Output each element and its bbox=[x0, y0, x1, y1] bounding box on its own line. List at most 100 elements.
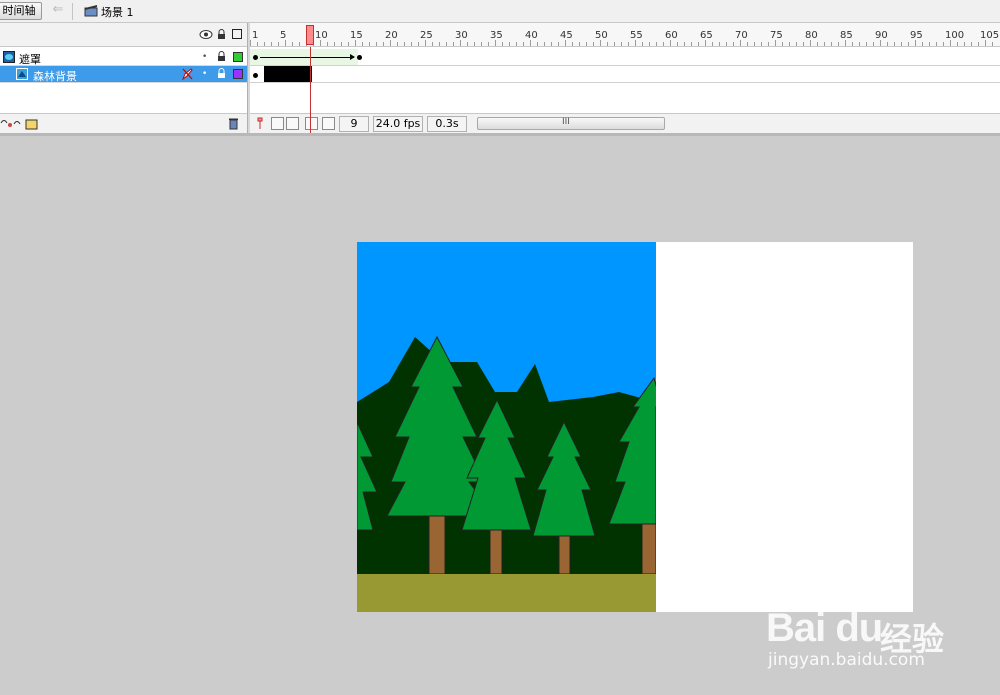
lock-icon[interactable] bbox=[217, 68, 226, 79]
onion-skin-outline-icon[interactable] bbox=[286, 117, 299, 130]
trash-icon[interactable] bbox=[228, 117, 239, 130]
keyframe-end[interactable] bbox=[357, 55, 362, 60]
ruler-tick bbox=[355, 40, 356, 46]
ruler-tick bbox=[362, 42, 363, 46]
ruler-tick bbox=[488, 42, 489, 46]
back-arrow-icon[interactable]: ⇐ bbox=[50, 2, 66, 18]
ruler-tick bbox=[992, 42, 993, 46]
ruler-label: 1 bbox=[252, 30, 259, 41]
outline-icon[interactable] bbox=[232, 29, 242, 39]
ruler-tick bbox=[824, 42, 825, 46]
visibility-dot[interactable]: • bbox=[202, 69, 207, 79]
layer-row-mask[interactable]: 遮罩 • bbox=[0, 49, 247, 66]
ruler-tick bbox=[586, 42, 587, 46]
ruler-tick bbox=[747, 42, 748, 46]
ruler-tick bbox=[453, 42, 454, 46]
horizontal-scrollbar[interactable]: III bbox=[477, 117, 665, 130]
ruler-label: 20 bbox=[385, 30, 398, 41]
ruler-tick bbox=[810, 40, 811, 46]
insert-layer-icons[interactable] bbox=[0, 117, 38, 130]
ruler-tick bbox=[691, 42, 692, 46]
lock-icon[interactable] bbox=[217, 51, 226, 62]
layer-color-box[interactable] bbox=[233, 52, 243, 62]
ruler-tick bbox=[250, 40, 251, 46]
scene-label[interactable]: 场景 1 bbox=[101, 4, 134, 20]
ruler-label: 40 bbox=[525, 30, 538, 41]
timeline-toggle-button[interactable]: 时间轴 bbox=[0, 2, 42, 20]
layer-name[interactable]: 森林背景 bbox=[33, 68, 77, 84]
ruler-tick bbox=[593, 42, 594, 46]
layer-name[interactable]: 遮罩 bbox=[19, 51, 41, 67]
ruler-tick bbox=[404, 42, 405, 46]
frames-area[interactable] bbox=[250, 47, 1000, 113]
forest-scene-artwork[interactable] bbox=[357, 242, 656, 612]
ruler-label: 10 bbox=[315, 30, 328, 41]
ruler-tick bbox=[845, 40, 846, 46]
ruler-tick bbox=[698, 42, 699, 46]
ruler-tick bbox=[803, 42, 804, 46]
scene-bar: 时间轴 ⇐ 场景 1 bbox=[0, 0, 1000, 23]
frame-ruler[interactable]: 1 5 10 15 20 25 30 35 40 45 50 55 60 65 70 75 80 85 90 95 10… bbox=[250, 23, 1000, 47]
frame-rate-field[interactable]: 24.0 fps bbox=[373, 116, 423, 132]
ruler-tick bbox=[677, 42, 678, 46]
ruler-tick bbox=[943, 42, 944, 46]
ruler-tick bbox=[341, 42, 342, 46]
pencil-edit-icon bbox=[182, 68, 193, 80]
scene-clapper-icon[interactable] bbox=[84, 3, 98, 17]
frame-row-forest-background[interactable] bbox=[250, 66, 1000, 83]
ruler-tick bbox=[726, 42, 727, 46]
ruler-tick bbox=[971, 42, 972, 46]
separator bbox=[72, 3, 73, 20]
ruler-tick bbox=[817, 42, 818, 46]
layer-color-box[interactable] bbox=[233, 69, 243, 79]
ruler-tick bbox=[978, 42, 979, 46]
ruler-label: 105 bbox=[980, 30, 1000, 41]
ruler-tick bbox=[740, 40, 741, 46]
ruler-tick bbox=[866, 42, 867, 46]
layer-row-forest-background[interactable]: 森林背景 • bbox=[0, 66, 247, 83]
ruler-tick bbox=[831, 42, 832, 46]
ruler-tick bbox=[460, 40, 461, 46]
keyframe-start[interactable] bbox=[253, 73, 258, 78]
ruler-label: 50 bbox=[595, 30, 608, 41]
ruler-label: 55 bbox=[630, 30, 643, 41]
center-frame-icon[interactable] bbox=[255, 117, 265, 130]
ground bbox=[357, 574, 656, 612]
ruler-tick bbox=[852, 42, 853, 46]
ruler-label: 30 bbox=[455, 30, 468, 41]
ruler-label: 60 bbox=[665, 30, 678, 41]
ruler-tick bbox=[656, 42, 657, 46]
ruler-tick bbox=[733, 42, 734, 46]
frame-row-mask[interactable] bbox=[250, 49, 1000, 66]
ruler-label: 75 bbox=[770, 30, 783, 41]
selected-frames[interactable] bbox=[264, 66, 312, 82]
visibility-dot[interactable]: • bbox=[202, 52, 207, 62]
ruler-tick bbox=[390, 40, 391, 46]
ruler-tick bbox=[285, 40, 286, 46]
frame-footer: 9 24.0 fps 0.3s ◂ III bbox=[250, 113, 1000, 133]
ruler-tick bbox=[754, 42, 755, 46]
ruler-tick bbox=[880, 40, 881, 46]
ruler-label: 35 bbox=[490, 30, 503, 41]
stage[interactable] bbox=[357, 242, 913, 612]
ruler-tick bbox=[663, 42, 664, 46]
playhead-handle[interactable] bbox=[306, 25, 314, 45]
eye-icon[interactable] bbox=[199, 29, 213, 40]
ruler-tick bbox=[439, 42, 440, 46]
ruler-tick bbox=[796, 42, 797, 46]
onion-skin-icon[interactable] bbox=[271, 117, 284, 130]
modify-onion-markers-icon[interactable] bbox=[322, 117, 335, 130]
ruler-tick bbox=[537, 42, 538, 46]
ruler-tick bbox=[607, 42, 608, 46]
lock-icon[interactable] bbox=[217, 29, 226, 40]
edit-multiple-frames-icon[interactable] bbox=[305, 117, 318, 130]
ruler-tick bbox=[838, 42, 839, 46]
ruler-label: 80 bbox=[805, 30, 818, 41]
ruler-tick bbox=[376, 42, 377, 46]
timeline-divider[interactable] bbox=[0, 133, 1000, 136]
baidu-watermark: Bai du 经验 jingyan.baidu.com bbox=[766, 586, 956, 676]
ruler-tick bbox=[509, 42, 510, 46]
keyframe-start[interactable] bbox=[253, 55, 258, 60]
ruler-label: 70 bbox=[735, 30, 748, 41]
ruler-tick bbox=[719, 42, 720, 46]
